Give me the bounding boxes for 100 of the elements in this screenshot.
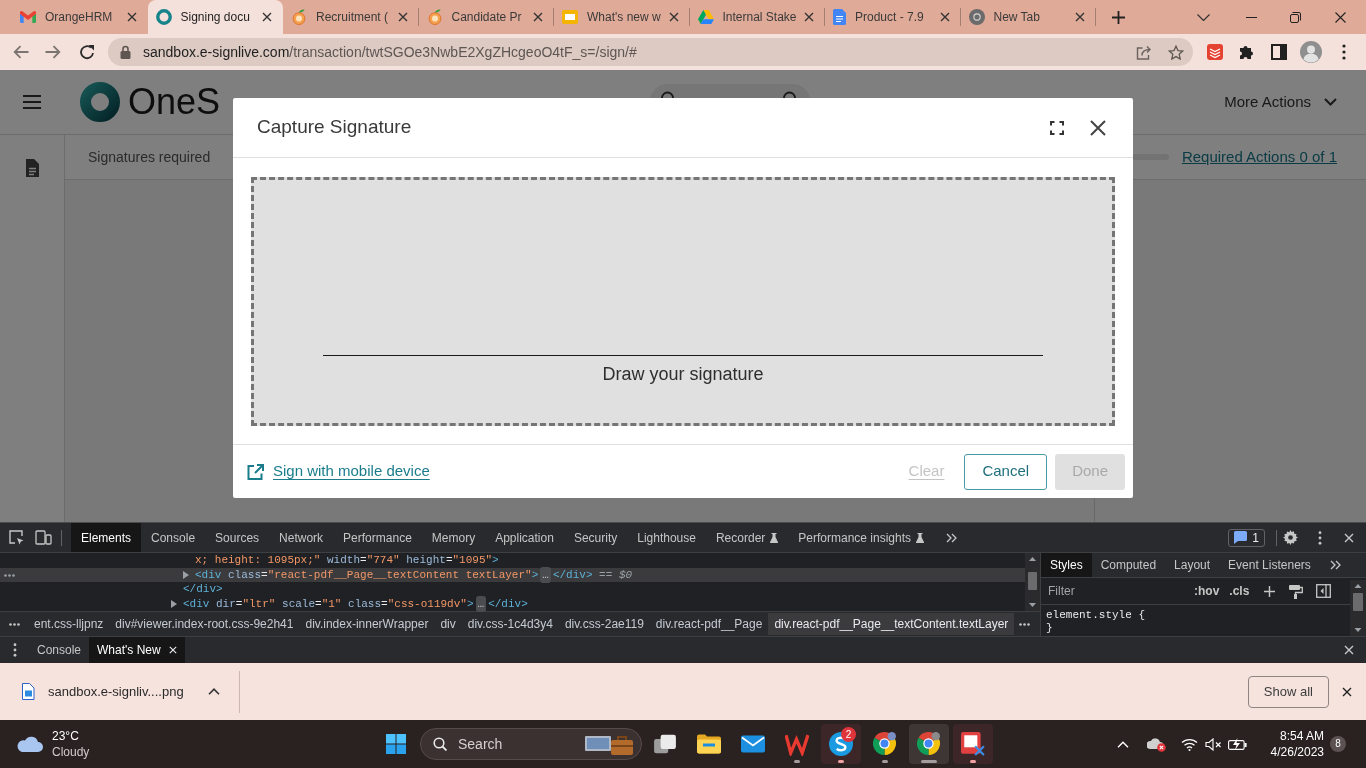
browser-tab[interactable]: What's new w bbox=[554, 0, 690, 34]
avatar-icon[interactable] bbox=[1300, 41, 1322, 63]
ellipsis-icon[interactable] bbox=[9, 622, 20, 626]
dom-tree-row[interactable]: </div> bbox=[0, 582, 1025, 597]
devtools-tab[interactable]: Application bbox=[485, 523, 564, 552]
speaker-muted-icon[interactable] bbox=[1204, 737, 1222, 751]
share-icon[interactable] bbox=[1136, 44, 1152, 60]
browser-tab[interactable]: Product - 7.9 bbox=[825, 0, 961, 34]
devtools-tab[interactable]: Memory bbox=[421, 523, 486, 552]
close-icon[interactable] bbox=[1342, 686, 1352, 697]
layers-icon[interactable] bbox=[1207, 44, 1223, 60]
address-bar[interactable]: sandbox.e-signlive.com/transaction/twtSGOe3NwbE2XgZHcgeoO4tF_s=/sign/# bbox=[108, 38, 1193, 66]
taskbar-app[interactable] bbox=[953, 724, 993, 764]
devtools-tab[interactable]: Security bbox=[563, 523, 628, 552]
breadcrumb[interactable]: div.index-innerWrapper bbox=[299, 613, 435, 635]
mobile-signing-link[interactable]: Sign with mobile device bbox=[273, 460, 430, 483]
puzzle-icon[interactable] bbox=[1239, 44, 1255, 60]
chevron-up-icon[interactable] bbox=[1116, 740, 1129, 748]
scrollbar[interactable] bbox=[1350, 580, 1366, 636]
panel-toggle-icon[interactable] bbox=[1316, 584, 1332, 598]
dom-tree-row[interactable]: <div class="react-pdf__Page__textContent textLayer"> … </div> == $0 bbox=[0, 567, 1025, 582]
devtools-tab[interactable]: Elements bbox=[71, 523, 142, 552]
double-chevron-icon[interactable] bbox=[946, 532, 958, 543]
date-text[interactable]: 4/26/2023 bbox=[1270, 744, 1324, 760]
breadcrumb[interactable]: div.css-1c4d3y4 bbox=[461, 613, 559, 635]
lock-icon[interactable] bbox=[120, 45, 131, 59]
more-icon[interactable] bbox=[1342, 44, 1346, 60]
close-icon[interactable] bbox=[262, 12, 272, 22]
close-icon[interactable] bbox=[1090, 119, 1106, 136]
restore-icon[interactable] bbox=[1290, 11, 1301, 23]
browser-tab[interactable]: Recruitment ( bbox=[283, 0, 419, 34]
toggle-button[interactable]: :hov bbox=[1191, 582, 1223, 600]
dom-tree-row[interactable]: x; height: 1095px;" width="774" height="1095"> bbox=[0, 553, 1025, 568]
issues-button[interactable]: 1 bbox=[1228, 528, 1265, 547]
close-icon[interactable] bbox=[1335, 11, 1346, 23]
double-chevron-icon[interactable] bbox=[1329, 560, 1341, 570]
drawer-tab[interactable]: What's New bbox=[89, 637, 185, 663]
browser-tab[interactable]: Internal Stake bbox=[689, 0, 825, 34]
styles-tab[interactable]: Styles bbox=[1041, 553, 1092, 577]
drawer-tab[interactable]: Console bbox=[29, 637, 90, 663]
device-icon[interactable] bbox=[35, 530, 52, 545]
close-icon[interactable] bbox=[1075, 12, 1085, 22]
external-link-icon[interactable] bbox=[247, 463, 264, 480]
expand-icon[interactable] bbox=[1050, 120, 1064, 135]
close-icon[interactable] bbox=[533, 12, 543, 22]
search-field[interactable]: Search bbox=[420, 728, 642, 760]
styles-tab[interactable]: Event Listeners bbox=[1219, 553, 1320, 577]
cloud-error-icon[interactable] bbox=[1146, 736, 1166, 752]
close-icon[interactable] bbox=[804, 12, 814, 22]
devtools-tab[interactable]: Sources bbox=[205, 523, 270, 552]
breadcrumb[interactable]: ent.css-lljpnz bbox=[28, 613, 110, 635]
settings-icon[interactable] bbox=[1283, 530, 1298, 545]
devtools-tab[interactable]: Console bbox=[141, 523, 206, 552]
devtools-tab[interactable]: Performance bbox=[333, 523, 422, 552]
close-icon[interactable] bbox=[668, 12, 679, 22]
back-icon[interactable] bbox=[13, 45, 29, 59]
cloud-icon[interactable] bbox=[17, 736, 43, 752]
show-all-button[interactable]: Show all bbox=[1247, 675, 1329, 708]
breadcrumb[interactable]: div bbox=[434, 613, 462, 635]
devtools-tab[interactable]: Recorder bbox=[705, 523, 789, 552]
plus-icon[interactable] bbox=[1112, 10, 1125, 24]
download-item[interactable]: sandbox.e-signliv....png bbox=[22, 681, 220, 702]
taskbar-app[interactable] bbox=[909, 724, 949, 764]
close-icon[interactable] bbox=[939, 12, 950, 22]
scrollbar[interactable] bbox=[1025, 553, 1040, 611]
taskbar-app[interactable]: 2 bbox=[821, 724, 861, 764]
ellipsis-icon[interactable] bbox=[1019, 622, 1030, 626]
browser-tab[interactable]: OrangeHRM bbox=[12, 0, 148, 34]
devtools-tab[interactable]: Performance insights bbox=[788, 523, 935, 552]
breadcrumb[interactable]: div.react-pdf__Page bbox=[649, 613, 769, 635]
side-panel-icon[interactable] bbox=[1271, 44, 1287, 60]
breadcrumb[interactable]: div.css-2ae119 bbox=[558, 613, 650, 635]
browser-tab[interactable]: New Tab bbox=[960, 0, 1096, 34]
breadcrumb[interactable]: div#viewer.index-root.css-9e2h41 bbox=[109, 613, 300, 635]
more-actions-button[interactable]: More Actions bbox=[1224, 90, 1337, 114]
styles-tab[interactable]: Computed bbox=[1091, 553, 1166, 577]
expand-arrow-icon[interactable] bbox=[171, 599, 177, 608]
devtools-tab[interactable]: Network bbox=[269, 523, 334, 552]
roller-icon[interactable] bbox=[1289, 583, 1304, 599]
cancel-button[interactable]: Cancel bbox=[964, 453, 1048, 490]
chevron-down-icon[interactable] bbox=[1197, 13, 1210, 21]
document-icon[interactable] bbox=[24, 159, 40, 177]
ellipsis-icon[interactable] bbox=[4, 573, 15, 577]
notification-count[interactable]: 8 bbox=[1330, 736, 1346, 752]
time-text[interactable]: 8:54 AM bbox=[1279, 728, 1324, 744]
minimize-icon[interactable] bbox=[1246, 16, 1257, 18]
expand-arrow-icon[interactable] bbox=[183, 570, 189, 579]
caret-icon[interactable] bbox=[207, 688, 220, 695]
browser-tab[interactable]: Candidate Pr bbox=[418, 0, 554, 34]
forward-icon[interactable] bbox=[45, 45, 61, 59]
styles-tab[interactable]: Layout bbox=[1165, 553, 1220, 577]
reload-icon[interactable] bbox=[79, 44, 95, 60]
breadcrumb[interactable]: div.react-pdf__Page__textContent.textLayer bbox=[768, 613, 1015, 635]
more-icon[interactable] bbox=[1318, 530, 1322, 545]
more-icon[interactable] bbox=[13, 643, 17, 657]
zoom-control[interactable] bbox=[650, 84, 810, 98]
close-icon[interactable] bbox=[126, 12, 137, 22]
browser-tab[interactable]: Signing docu bbox=[147, 0, 283, 34]
signature-pad[interactable]: Draw your signature bbox=[251, 177, 1115, 426]
toggle-button[interactable]: .cls bbox=[1226, 582, 1253, 600]
